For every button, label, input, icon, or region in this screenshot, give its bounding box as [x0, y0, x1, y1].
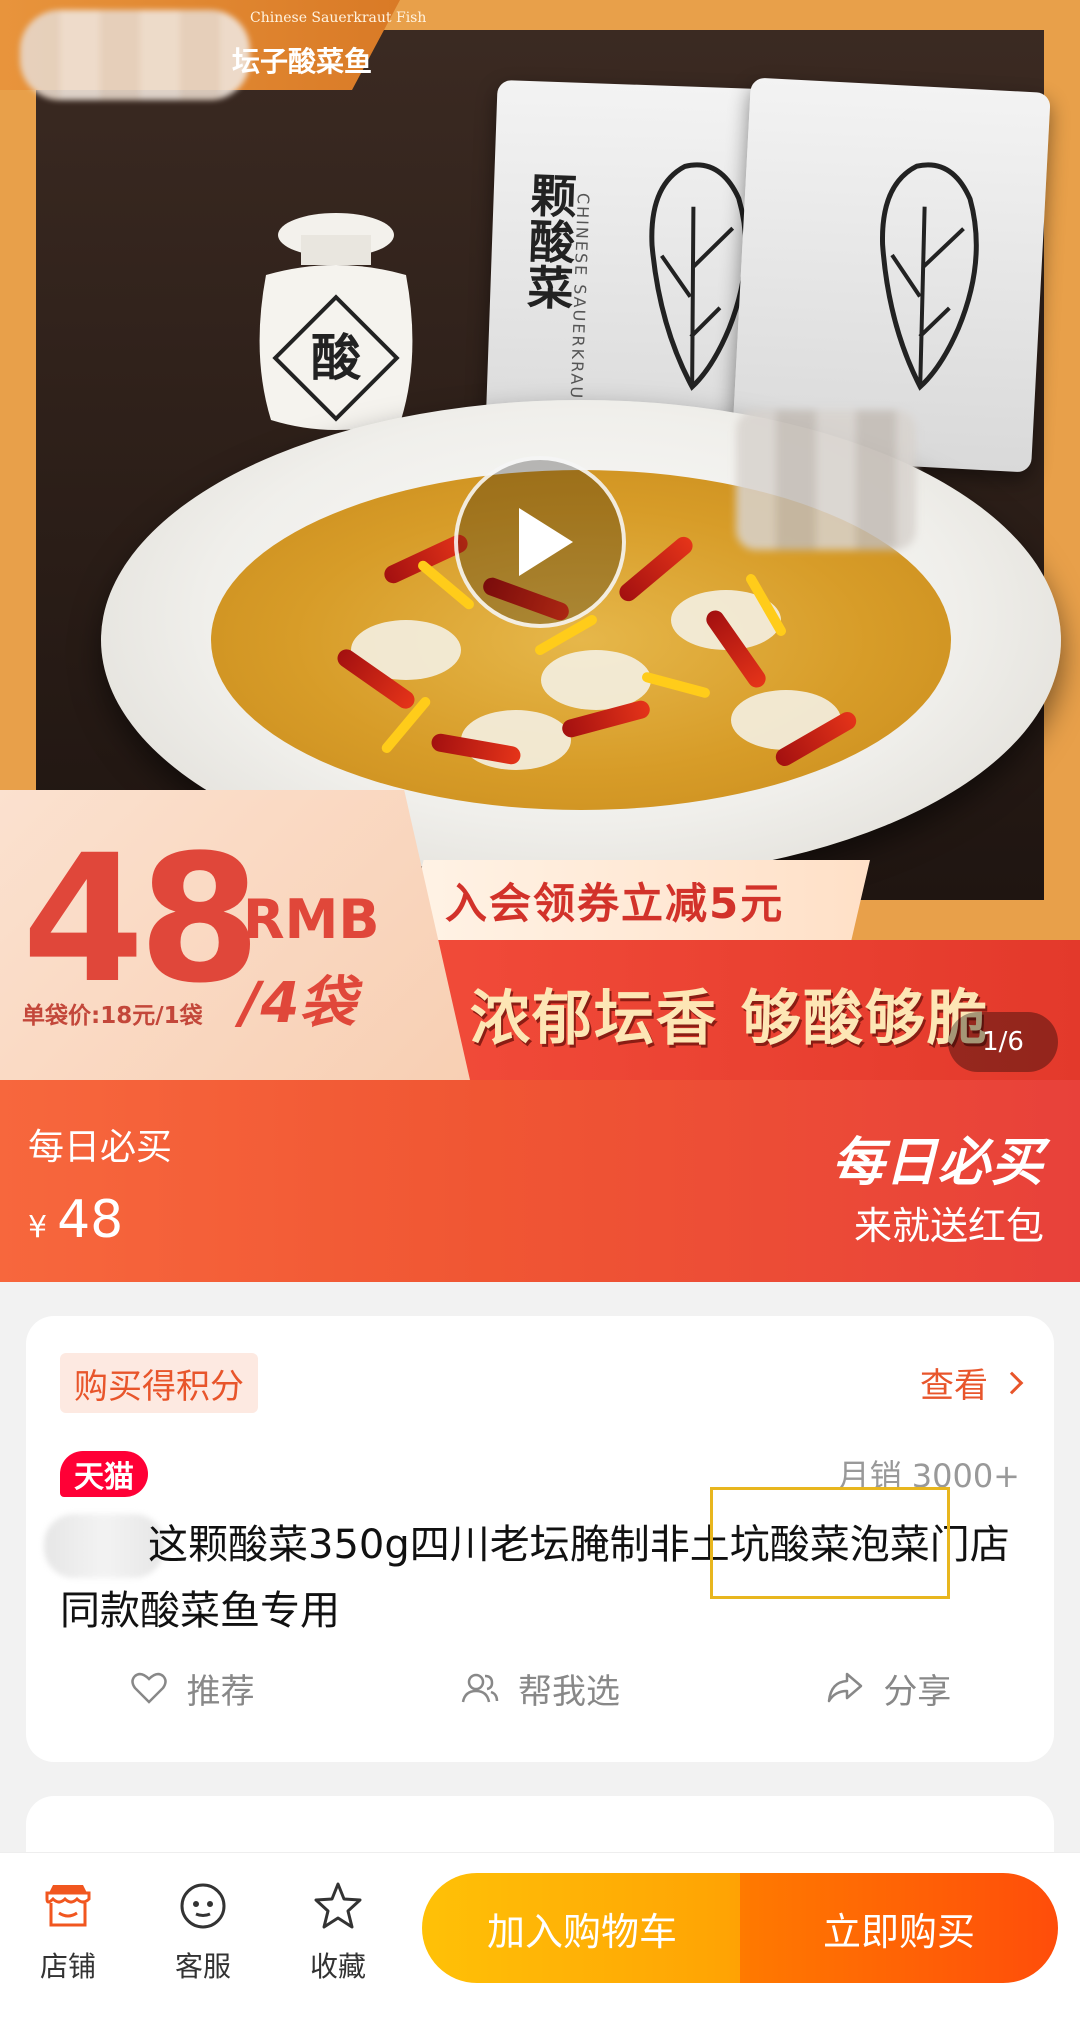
help-me-choose-button[interactable]: 帮我选 [460, 1664, 620, 1713]
play-icon [519, 508, 573, 576]
promo-price-card: 48 RMB /4袋 单袋价:18元/1袋 [0, 790, 470, 1080]
heart-icon [130, 1672, 167, 1704]
text-highlight-box [710, 1487, 950, 1599]
slogan-text: 浓郁坛香 够酸够脆 [470, 984, 989, 1054]
brand-subtitle: Chinese Sauerkraut Fish [250, 10, 427, 26]
coupon-text: 入会领券立减5元 [445, 878, 785, 928]
view-points-link[interactable]: 查看 [920, 1358, 1024, 1407]
tab-customer-service-label: 客服 [174, 1950, 231, 1983]
current-price: ¥ 48 [28, 1190, 123, 1250]
star-icon [314, 1882, 362, 1929]
product-actions: 推荐 帮我选 分享 [26, 1648, 1054, 1728]
brand-title: 坛子酸菜鱼 [232, 45, 373, 78]
tmall-badge: 天猫 [60, 1451, 148, 1497]
product-image-carousel[interactable]: 酸 颗酸菜 CHINESE SAUERKRAUT Chinese Sauerkr… [0, 0, 1080, 1080]
chevron-right-icon [1000, 1371, 1024, 1394]
cabbage-illustration-icon [880, 162, 979, 391]
bottom-action-bar: 店铺 客服 收藏 加入购物车 立即购买 [0, 1852, 1080, 2026]
carousel-page-indicator: 1/6 [948, 1012, 1058, 1072]
tab-store-label: 店铺 [39, 1950, 96, 1983]
pickle-jar-image: 酸 [259, 213, 413, 430]
share-icon [828, 1672, 863, 1703]
promo-price-bags: /4袋 [240, 971, 356, 1036]
points-tag: 购买得积分 [60, 1353, 258, 1413]
buy-now-button[interactable]: 立即购买 [740, 1873, 1058, 1983]
tab-favorite-label: 收藏 [309, 1950, 366, 1983]
jar-label: 酸 [311, 328, 362, 387]
tab-store[interactable]: 店铺 [18, 1879, 118, 1985]
price-banner: 每日必买 ¥ 48 每日必买 来就送红包 [0, 1080, 1080, 1282]
share-label: 分享 [883, 1671, 952, 1712]
help-me-choose-label: 帮我选 [517, 1671, 620, 1712]
store-icon [45, 1885, 91, 1927]
recommend-button[interactable]: 推荐 [129, 1664, 255, 1713]
tab-customer-service[interactable]: 客服 [153, 1879, 253, 1985]
promo-price-value: 48 [22, 817, 261, 1022]
coupon-strip: 入会领券立减5元 [405, 860, 870, 940]
customer-service-icon [180, 1883, 226, 1929]
add-to-cart-button[interactable]: 加入购物车 [422, 1873, 742, 1983]
recommend-label: 推荐 [186, 1671, 255, 1712]
share-button[interactable]: 分享 [825, 1664, 951, 1713]
price-value: 48 [57, 1190, 124, 1250]
blurred-watermark [736, 410, 916, 550]
play-video-button[interactable] [454, 456, 626, 628]
hero-promo-area: 浓郁坛香 够酸够脆 入会领券立减5元 48 RMB /4袋 单袋价:18元/1袋… [0, 790, 1080, 1080]
currency-symbol: ¥ [28, 1210, 48, 1245]
people-icon [461, 1673, 499, 1703]
promo-single-price: 单袋价:18元/1袋 [22, 1003, 203, 1029]
daily-deal-logo: 每日必买 [831, 1133, 1044, 1193]
tab-favorite[interactable]: 收藏 [288, 1879, 388, 1985]
view-link-label: 查看 [920, 1366, 988, 1406]
promo-price-unit: RMB [243, 888, 380, 951]
blurred-brand-logo [20, 10, 250, 100]
daily-deal-label: 每日必买 [28, 1127, 173, 1168]
red-packet-promo: 来就送红包 [853, 1204, 1044, 1248]
